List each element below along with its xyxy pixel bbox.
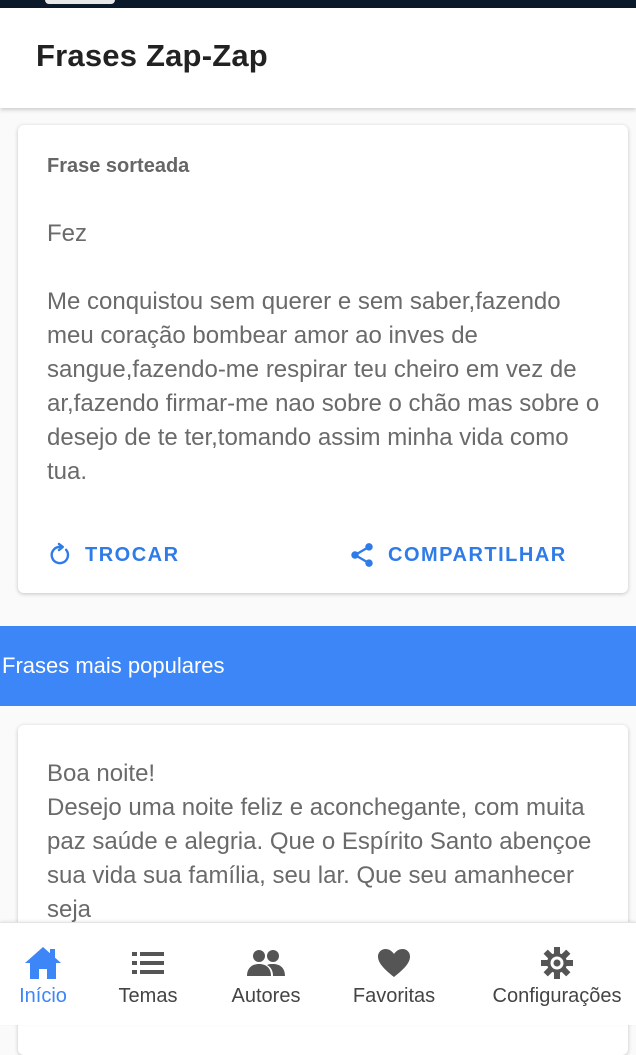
nav-label-inicio: Início [19, 985, 67, 1007]
swap-button[interactable]: TROCAR [47, 540, 180, 570]
phrase-text: Me conquistou sem querer e sem saber,faz… [47, 288, 600, 485]
list-icon [132, 952, 164, 974]
nav-label-favoritas: Favoritas [352, 985, 436, 1007]
popular-phrase-text: Boa noite! Desejo uma noite feliz e acon… [47, 760, 592, 923]
popular-section-title: Frases mais populares [2, 653, 225, 678]
refresh-icon [50, 542, 70, 565]
heart-icon [378, 949, 410, 977]
people-icon [247, 950, 285, 976]
random-phrase-card: Frase sorteada Fez Me conquistou sem que… [18, 125, 628, 593]
swap-button-label: TROCAR [85, 543, 180, 566]
nav-item-configuracoes[interactable]: Configurações [482, 923, 632, 1025]
nav-label-configuracoes: Configurações [492, 985, 622, 1007]
status-bar-indicator [45, 0, 115, 4]
status-bar [0, 0, 636, 8]
page-title: Frases Zap-Zap [36, 38, 268, 73]
nav-label-temas: Temas [118, 985, 178, 1007]
nav-label-autores: Autores [231, 985, 301, 1007]
share-icon [351, 543, 373, 567]
nav-item-inicio[interactable]: Início [8, 923, 78, 1025]
share-button[interactable]: COMPARTILHAR [348, 540, 567, 570]
nav-item-autores[interactable]: Autores [222, 923, 310, 1025]
bottom-navigation: Início Temas Autores Favoritas Configura… [0, 922, 636, 1025]
card-label: Frase sorteada [47, 155, 190, 177]
phrase-author: Fez [47, 220, 88, 247]
share-button-label: COMPARTILHAR [388, 543, 567, 566]
nav-item-temas[interactable]: Temas [110, 923, 186, 1025]
home-icon [25, 947, 61, 979]
popular-section-header: Frases mais populares [0, 626, 636, 706]
gear-icon [541, 947, 573, 979]
app-bar: Frases Zap-Zap [0, 8, 636, 108]
nav-item-favoritas[interactable]: Favoritas [342, 923, 446, 1025]
